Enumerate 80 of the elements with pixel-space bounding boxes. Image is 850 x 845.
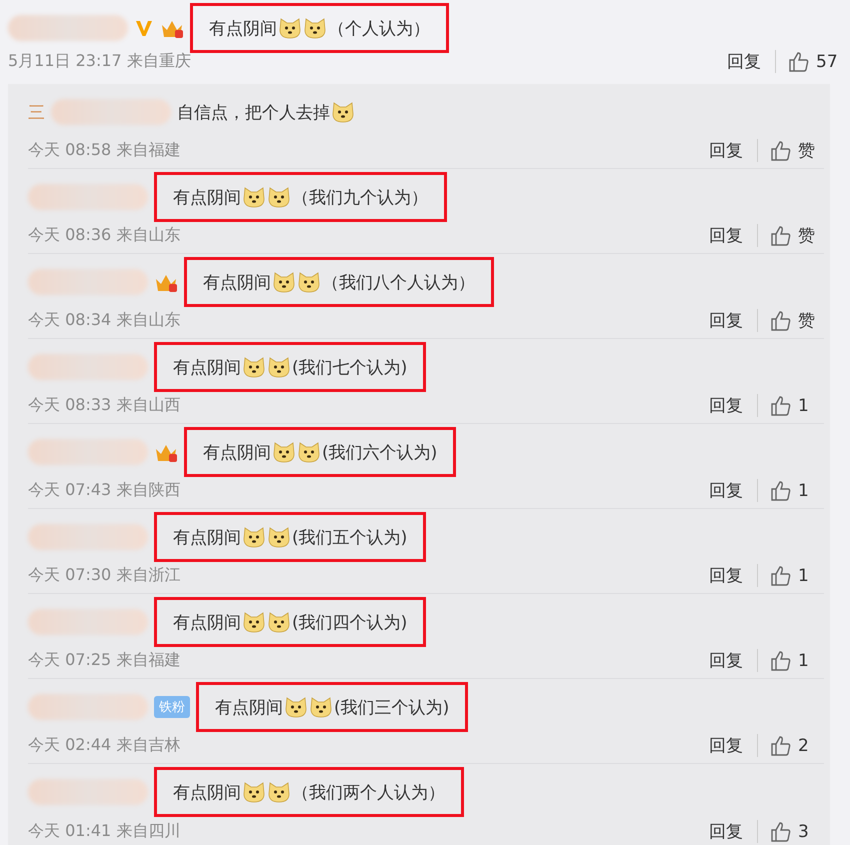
reply-link[interactable]: 回复 [727,50,776,73]
dog-emoji-icon [267,780,291,804]
like-count: 赞 [798,140,815,162]
like-count: 57 [816,52,838,72]
dog-emoji-icon [309,695,333,719]
dog-emoji-icon [297,270,321,294]
reply-link[interactable]: 回复 [709,224,758,247]
reply-link[interactable]: 回复 [709,820,758,843]
comment-text: 自信点，把个人去掉 [177,102,330,124]
dog-emoji-icon [303,16,327,40]
dog-emoji-icon [278,16,302,40]
comment-text: 有点阴间 [209,18,277,40]
dog-emoji-icon [297,440,321,464]
reply-link[interactable]: 回复 [709,734,758,757]
reply-link[interactable]: 回复 [709,649,758,672]
comment-text: (我们六个认为) [322,442,438,464]
comment-text: 有点阴间 [173,612,241,634]
thumbs-up-icon[interactable] [770,140,792,162]
comment-text: 有点阴间 [173,782,241,804]
comment-time: 今天 01:41 来自四川 [28,821,182,842]
comment-time: 5月11日 23:17 来自重庆 [8,51,192,72]
comment-text: (我们三个认为) [334,696,450,718]
like-count: 赞 [798,225,815,247]
dog-emoji-icon [267,185,291,209]
dog-emoji-icon [267,355,291,379]
comment-text: (我们五个认为) [292,526,408,548]
like-count: 1 [798,396,809,416]
reply-link[interactable]: 回复 [709,309,758,332]
dog-emoji-icon [331,100,355,124]
like-count: 2 [798,736,809,756]
dog-emoji-icon [272,440,296,464]
dog-emoji-icon [242,610,266,634]
comment-time: 今天 08:58 来自福建 [28,140,182,161]
comment-text: （个人认为） [328,18,430,40]
reply-link[interactable]: 回复 [709,479,758,502]
thumbs-up-icon[interactable] [770,310,792,332]
thumbs-up-icon[interactable] [770,734,792,756]
thumbs-up-icon[interactable] [770,480,792,502]
thumbs-up-icon[interactable] [788,50,810,72]
comment-text: 有点阴间 [173,526,241,548]
like-count: 1 [798,650,809,670]
comment-text: 有点阴间 [173,186,241,208]
comment-text: (我们四个认为) [292,612,408,634]
reply-link[interactable]: 回复 [709,564,758,587]
like-count: 赞 [798,310,815,332]
comment-time: 今天 07:25 来自福建 [28,650,182,671]
comment-time: 今天 08:34 来自山东 [28,310,182,331]
comment-time: 今天 08:36 来自山东 [28,225,182,246]
comment-time: 今天 08:33 来自山西 [28,395,182,416]
like-count: 3 [798,822,809,842]
thumbs-up-icon[interactable] [770,564,792,586]
fan-tag: 铁粉 [154,696,190,718]
verified-v-icon [134,18,154,38]
thumbs-up-icon[interactable] [770,394,792,416]
comment-time: 今天 07:30 来自浙江 [28,565,182,586]
comment-text: 有点阴间 [173,356,241,378]
comment-text: (我们七个认为) [292,356,408,378]
dog-emoji-icon [272,270,296,294]
reply-link[interactable]: 回复 [709,394,758,417]
reply-link[interactable]: 回复 [709,139,758,162]
thumbs-up-icon[interactable] [770,820,792,842]
thumbs-up-icon[interactable] [770,650,792,672]
comment-time: 今天 02:44 来自吉林 [28,735,182,756]
comment-text: 有点阴间 [203,442,271,464]
dog-emoji-icon [242,185,266,209]
dog-emoji-icon [242,525,266,549]
comment-text: 有点阴间 [203,272,271,294]
like-count: 1 [798,480,809,500]
comment-text: 有点阴间 [215,696,283,718]
thumbs-up-icon[interactable] [770,224,792,246]
comment-text: （我们九个认为） [292,186,428,208]
dog-emoji-icon [284,695,308,719]
comment-text: （我们两个人认为） [292,782,445,804]
comment-text: （我们八个人认为） [322,272,475,294]
dog-emoji-icon [267,610,291,634]
like-count: 1 [798,566,809,586]
dog-emoji-icon [242,355,266,379]
dog-emoji-icon [267,525,291,549]
comment-time: 今天 07:43 来自陕西 [28,480,182,501]
dog-emoji-icon [242,780,266,804]
